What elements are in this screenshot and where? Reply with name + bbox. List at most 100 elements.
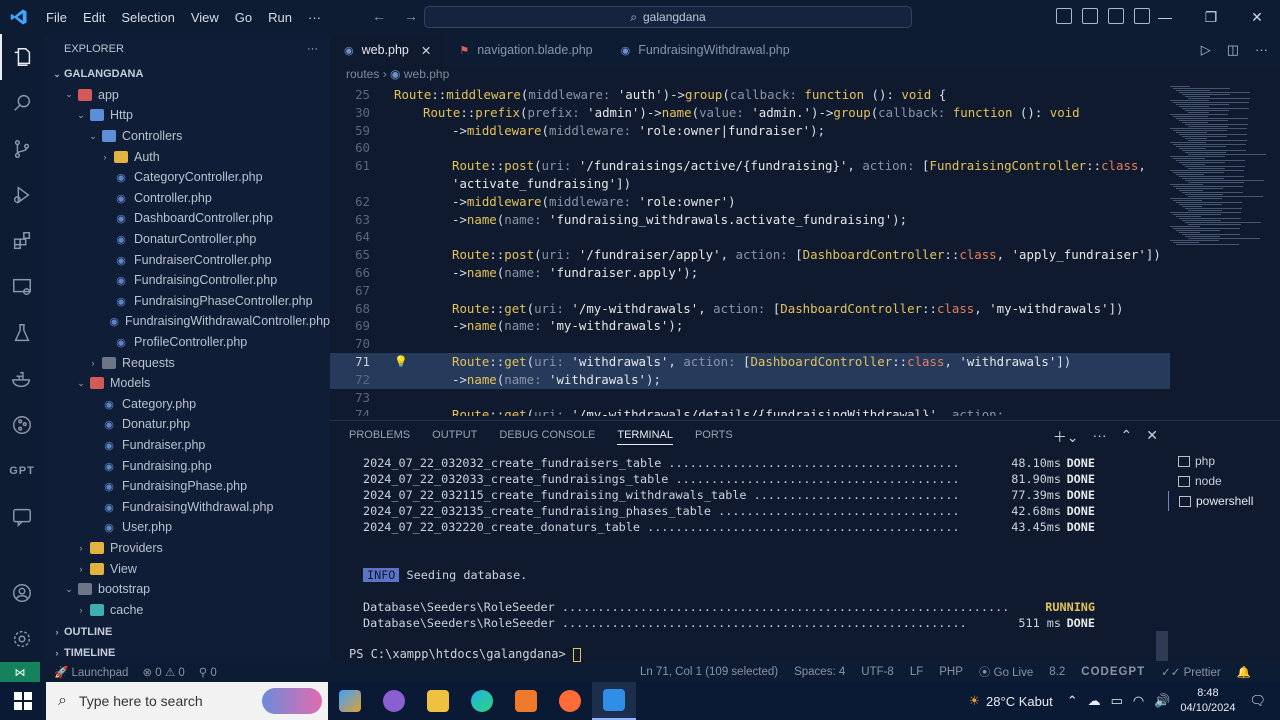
code-line[interactable]: 25 Route::middleware(middleware: 'auth')-… [330,86,1170,104]
folder-item[interactable]: ⌄ Controllers [44,126,330,147]
editor-more-icon[interactable]: ··· [1255,42,1268,58]
close-icon[interactable]: ✕ [1234,0,1280,34]
split-editor-icon[interactable]: ◫ [1227,42,1239,58]
file-item[interactable]: ◉ FundraiserController.php [44,249,330,270]
tab-navigation-blade[interactable]: ⚑ navigation.blade.php [445,34,606,66]
folder-item[interactable]: ⌄ Models [44,373,330,394]
testing-icon[interactable] [0,310,44,356]
folder-item[interactable]: › Requests [44,352,330,373]
account-icon[interactable] [0,570,44,616]
tab-terminal[interactable]: TERMINAL [617,429,673,445]
forward-arrow-icon[interactable]: → [404,8,418,24]
lightbulb-icon[interactable]: 💡 [394,353,408,371]
file-item[interactable]: ◉ ProfileController.php [44,332,330,353]
breadcrumb-folder[interactable]: routes [346,67,379,81]
close-tab-icon[interactable]: ✕ [421,43,431,58]
code-line[interactable]: 68 Route::get(uri: '/my-withdrawals', act… [330,300,1170,318]
wifi-icon[interactable]: ◠ [1133,693,1144,709]
visual-studio-icon[interactable] [372,682,416,720]
remote-explorer-icon[interactable] [0,264,44,310]
tab-ports[interactable]: PORTS [695,429,733,445]
code-line[interactable]: 65 Route::post(uri: '/fundraiser/apply', … [330,246,1170,264]
tab-web-php[interactable]: ◉ web.php ✕ [330,34,446,66]
show-hidden-icons-icon[interactable]: ⌃ [1067,693,1078,709]
file-item[interactable]: ◉ DashboardController.php [44,208,330,229]
file-item[interactable]: ◉ Fundraiser.php [44,435,330,456]
file-item[interactable]: ◉ Fundraising.php [44,455,330,476]
outline-section[interactable]: › OUTLINE [44,622,330,643]
display-icon[interactable]: ▭ [1111,693,1123,709]
docker-icon[interactable] [0,356,44,402]
menu-selection[interactable]: Selection [113,10,182,25]
back-arrow-icon[interactable]: ← [372,8,386,24]
search-view-icon[interactable] [0,80,44,126]
file-item[interactable]: ◉ DonaturController.php [44,229,330,250]
file-item[interactable]: ◉ Donatur.php [44,414,330,435]
folder-item[interactable]: › Auth [44,146,330,167]
code-line[interactable]: 64 [330,228,1170,246]
command-search-box[interactable]: ⌕ galangdana [424,6,912,28]
minimap[interactable] [1166,86,1266,256]
code-line[interactable]: 70 [330,335,1170,353]
toggle-panel-icon[interactable] [1082,8,1098,24]
indentation[interactable]: Spaces: 4 [794,666,845,678]
code-line[interactable]: 61 Route::post(uri: '/fundraisings/active… [330,157,1170,175]
code-line[interactable]: 72 ->name(name: 'withdrawals'); [330,370,1170,389]
clock[interactable]: 8:48 04/10/2024 [1180,686,1235,716]
file-explorer-icon[interactable] [416,682,460,720]
code-line[interactable]: 66 ->name(name: 'fundraiser.apply'); [330,264,1170,282]
weather-text[interactable]: 28°C Kabut [986,694,1053,709]
file-item[interactable]: ◉ FundraisingWithdrawalController.php [44,311,330,332]
file-item[interactable]: ◉ FundraisingWithdrawal.php [44,496,330,517]
file-item[interactable]: ◉ CategoryController.php [44,167,330,188]
tab-fundraising-withdrawal[interactable]: ◉ FundraisingWithdrawal.php [607,34,804,66]
git-graph-icon[interactable] [0,402,44,448]
windows-start-icon[interactable] [0,682,46,720]
code-line[interactable]: 67 [330,282,1170,300]
chat-icon[interactable] [0,494,44,540]
run-debug-icon[interactable] [0,172,44,218]
tab-output[interactable]: OUTPUT [432,429,477,445]
menu-file[interactable]: File [38,10,75,25]
terminal-powershell[interactable]: powershell [1168,491,1280,511]
menu-run[interactable]: Run [260,10,300,25]
folder-item[interactable]: ⌄ Http [44,105,330,126]
extensions-icon[interactable] [0,218,44,264]
folder-item[interactable]: › View [44,558,330,579]
code-line[interactable]: 69 ->name(name: 'my-withdrawals'); [330,317,1170,335]
encoding[interactable]: UTF-8 [861,666,894,678]
remote-indicator-icon[interactable]: ⋈ [0,662,40,682]
folder-item[interactable]: › Providers [44,538,330,559]
ports-status[interactable]: ⚲ 0 [199,665,217,679]
more-actions-icon[interactable]: ··· [1093,427,1107,447]
xampp-icon[interactable] [504,682,548,720]
tab-debug-console[interactable]: DEBUG CONSOLE [499,429,595,445]
toggle-secondary-sidebar-icon[interactable] [1108,8,1124,24]
codegpt-icon[interactable]: GPT [0,448,44,494]
copilot-icon[interactable] [328,682,372,720]
close-panel-icon[interactable]: ✕ [1146,427,1158,447]
toggle-sidebar-icon[interactable] [1056,8,1072,24]
menu-view[interactable]: View [183,10,227,25]
breadcrumb-file[interactable]: web.php [404,67,449,81]
restore-icon[interactable]: ❐ [1188,0,1234,34]
weather-icon[interactable]: ☀ [968,693,980,709]
code-line[interactable]: 30 Route::prefix(prefix: 'admin')->name(v… [330,104,1170,122]
code-line[interactable]: 63 ->name(name: 'fundraising_withdrawals.… [330,211,1170,229]
code-line[interactable]: 74 Route::get(uri: '/my-withdrawals/detai… [330,406,1170,416]
file-item[interactable]: ◉ FundraisingController.php [44,270,330,291]
code-line[interactable]: 71 Route::get(uri: 'withdrawals', action:… [330,353,1170,371]
cursor-position[interactable]: Ln 71, Col 1 (109 selected) [640,666,778,678]
terminal-prompt[interactable]: PS C:\xampp\htdocs\galangdana> [349,647,581,662]
folder-item[interactable]: ⌄ bootstrap [44,579,330,600]
explorer-icon[interactable] [0,34,44,80]
vscode-taskbar-icon[interactable] [592,682,636,720]
terminal-node[interactable]: node [1168,471,1280,491]
taskbar-search[interactable]: ⌕ Type here to search [46,682,328,720]
folder-item[interactable]: ⌄ app [44,85,330,106]
code-editor[interactable]: 25 Route::middleware(middleware: 'auth')-… [330,86,1280,416]
notifications-icon[interactable]: 🔔 [1237,665,1251,679]
tab-problems[interactable]: PROBLEMS [349,429,410,445]
code-line[interactable]: 73 [330,389,1170,407]
run-file-icon[interactable]: ▷ [1201,42,1211,58]
